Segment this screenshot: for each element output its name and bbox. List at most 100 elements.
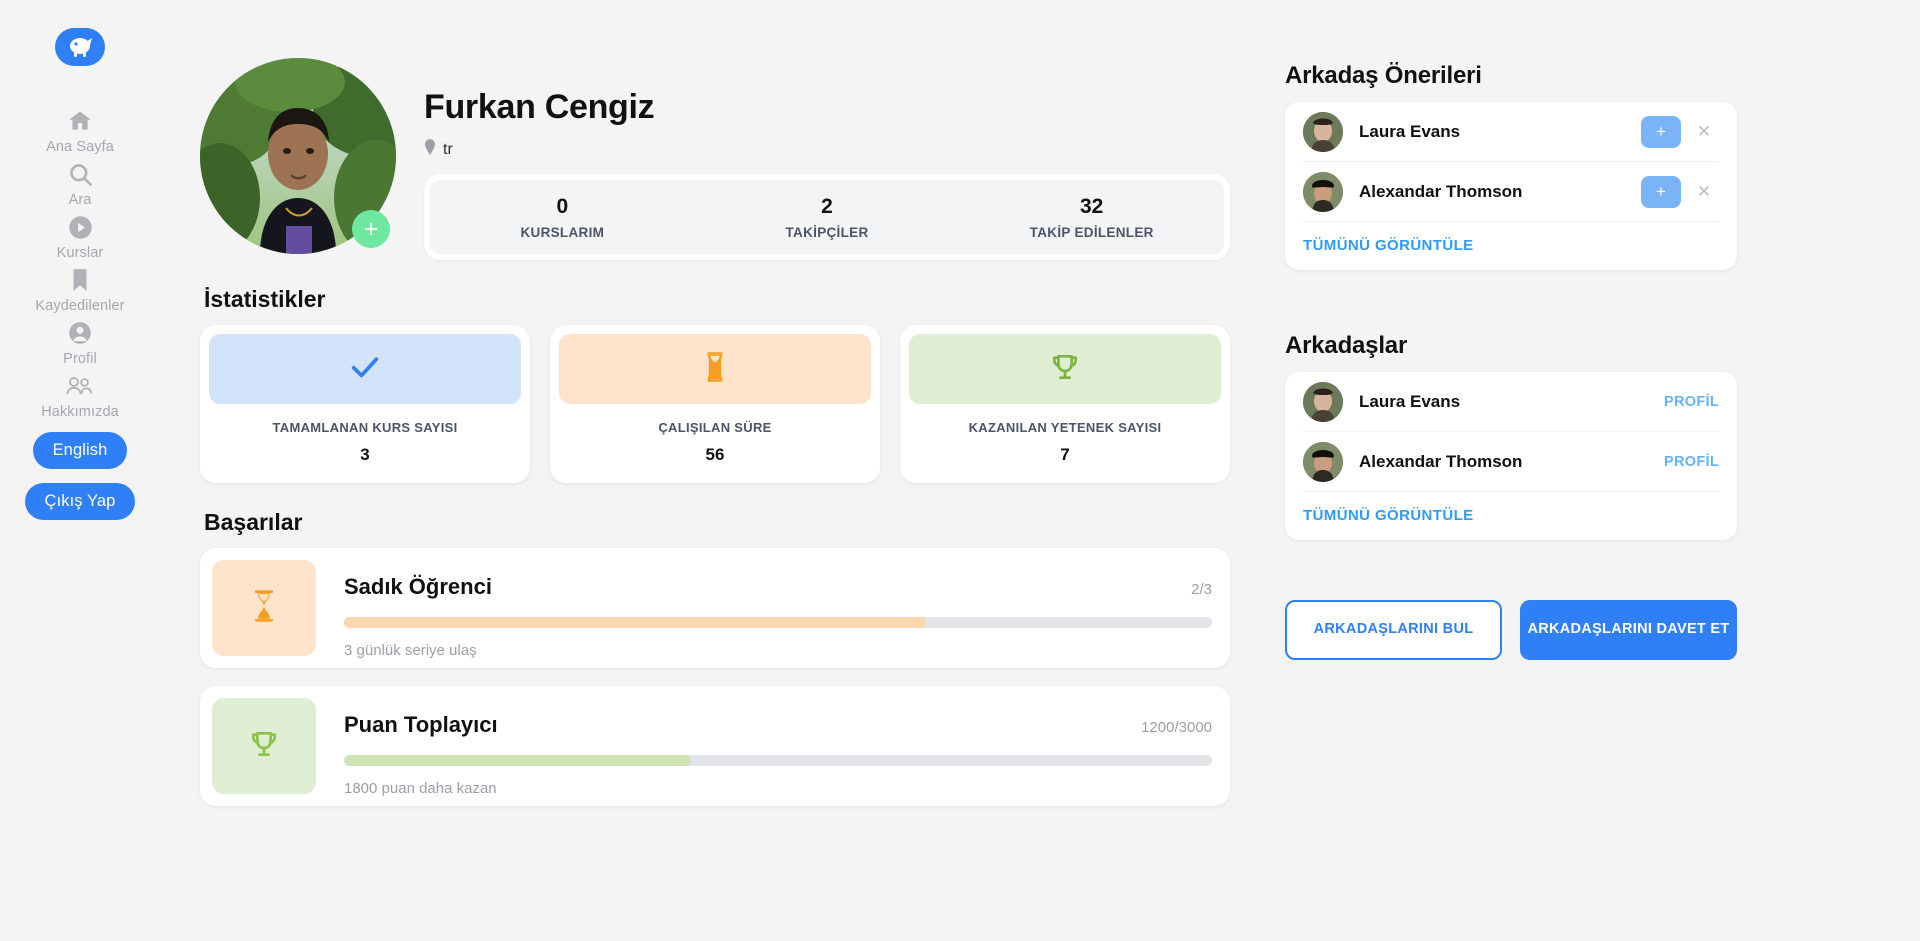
language-button[interactable]: English [32,432,128,469]
achievement-progress-count: 2/3 [1191,581,1212,598]
sidebar-item-label: Ana Sayfa [46,139,114,155]
people-icon [63,369,97,403]
right-sidebar: Arkadaş Önerileri Laura Evans + ✕ Alexan… [1285,0,1737,660]
main-content: + Furkan Cengiz tr 0 KURSLARIM 2 TAKİPÇİ… [200,0,1230,824]
stat-card-label: KAZANILAN YETENEK SAYISI [968,420,1162,435]
sidebar-item-label: Hakkımızda [41,404,119,420]
achievement-description: 1800 puan daha kazan [344,780,497,797]
avatar [1303,171,1343,212]
counter-takipciler[interactable]: 2 TAKİPÇİLER [695,195,960,240]
profile-counters: 0 KURSLARIM 2 TAKİPÇİLER 32 TAKİP EDİLEN… [424,174,1230,260]
counter-value: 2 [821,194,833,218]
home-icon [63,104,97,138]
sidebar-item-label: Ara [68,192,92,208]
achievement-card-puan-toplayici: Puan Toplayıcı 1200/3000 1800 puan daha … [200,686,1230,806]
stat-card-label: TAMAMLANAN KURS SAYISI [272,420,458,435]
close-icon: ✕ [1696,181,1712,201]
add-photo-button[interactable]: + [352,210,390,248]
stat-card-study-time: ÇALIŞILAN SÜRE 56 [550,325,880,483]
stat-card-label: ÇALIŞILAN SÜRE [658,420,772,435]
list-item-name: Alexandar Thomson [1359,451,1523,471]
counter-kurslarim: 0 KURSLARIM [430,195,695,240]
location-pin-icon [424,139,436,160]
sidebar: Ana Sayfa Ara Kurslar Kaydedilenler Prof… [0,0,160,941]
statistics-cards: TAMAMLANAN KURS SAYISI 3 ÇALIŞILAN SÜRE [200,325,1230,483]
avatar [1303,381,1343,422]
counter-label: KURSLARIM [520,224,605,240]
stat-card-icon-area [209,334,521,404]
dismiss-suggestion-button[interactable]: ✕ [1689,117,1719,147]
stat-card-value: 7 [1060,445,1070,464]
check-icon [348,350,382,389]
sidebar-item-hakkimizda[interactable]: Hakkımızda [0,369,160,420]
app-logo-icon[interactable] [55,28,105,66]
friends-panel: Laura Evans PROFİL Alexandar Thomson PRO… [1285,372,1737,540]
achievement-icon-area [212,698,316,794]
person-icon [63,316,97,350]
sidebar-item-label: Kurslar [56,245,104,261]
list-item: Laura Evans PROFİL [1303,372,1719,432]
suggestions-heading: Arkadaş Önerileri [1285,62,1482,89]
achievement-progress-fill [344,617,926,628]
sidebar-item-ara[interactable]: Ara [0,157,160,208]
add-friend-button[interactable]: + [1641,115,1681,148]
view-profile-link[interactable]: PROFİL [1664,394,1719,410]
achievement-card-sadik-ogrenci: Sadık Öğrenci 2/3 3 günlük seriye ulaş [200,548,1230,668]
counter-value: 0 [556,194,569,218]
find-friends-button[interactable]: ARKADAŞLARINI BUL [1285,600,1502,660]
achievement-progress-count: 1200/3000 [1141,719,1212,736]
trophy-icon [1049,351,1081,388]
play-circle-icon [63,210,97,244]
statistics-heading: İstatistikler [204,286,326,312]
sidebar-item-profil[interactable]: Profil [0,316,160,367]
sidebar-item-label: Kaydedilenler [35,298,125,314]
stat-card-icon-area [909,334,1221,404]
plus-icon: + [1656,182,1666,201]
sidebar-item-label: Profil [63,351,97,367]
friend-actions: ARKADAŞLARINI BUL ARKADAŞLARINI DAVET ET [1285,600,1737,660]
list-item-name: Laura Evans [1359,391,1461,411]
stat-card-icon-area [559,334,871,404]
achievement-title: Sadık Öğrenci [344,574,492,599]
list-item: Alexandar Thomson PROFİL [1303,432,1719,492]
close-icon: ✕ [1696,121,1712,141]
achievement-icon-area [212,560,316,656]
bookmark-icon [63,263,97,297]
sidebar-item-kaydedilenler[interactable]: Kaydedilenler [0,263,160,314]
sidebar-item-ana-sayfa[interactable]: Ana Sayfa [0,104,160,155]
suggestions-view-all-link[interactable]: TÜMÜNÜ GÖRÜNTÜLE [1303,222,1719,270]
user-location-label: tr [443,140,453,158]
stat-card-value: 56 [705,445,725,464]
counter-label: TAKİPÇİLER [785,224,869,240]
invite-friends-button[interactable]: ARKADAŞLARINI DAVET ET [1520,600,1737,660]
friends-view-all-link[interactable]: TÜMÜNÜ GÖRÜNTÜLE [1303,492,1719,540]
user-location: tr [424,139,1230,160]
friend-suggestions-panel: Laura Evans + ✕ Alexandar Thomson + ✕ TÜ… [1285,102,1737,270]
counter-takip-edilenler[interactable]: 32 TAKİP EDİLENLER [959,195,1224,240]
plus-icon: + [1656,122,1666,141]
stat-card-value: 3 [360,445,370,464]
page-title: Furkan Cengiz [424,88,655,126]
list-item: Alexandar Thomson + ✕ [1303,162,1719,222]
sidebar-item-kurslar[interactable]: Kurslar [0,210,160,261]
stat-card-skills-earned: KAZANILAN YETENEK SAYISI 7 [900,325,1230,483]
achievement-progress-fill [344,755,692,766]
achievement-description: 3 günlük seriye ulaş [344,642,477,659]
hourglass-icon [251,589,277,628]
avatar [1303,111,1343,152]
add-friend-button[interactable]: + [1641,175,1681,208]
logout-button[interactable]: Çıkış Yap [24,483,136,520]
plus-icon: + [363,214,379,243]
view-profile-link[interactable]: PROFİL [1664,454,1719,470]
hourglass-icon [702,351,728,388]
achievement-title: Puan Toplayıcı [344,712,498,737]
dismiss-suggestion-button[interactable]: ✕ [1689,177,1719,207]
counter-label: TAKİP EDİLENLER [1029,224,1154,240]
avatar: + [200,58,396,254]
stat-card-completed-courses: TAMAMLANAN KURS SAYISI 3 [200,325,530,483]
achievements-heading: Başarılar [204,509,303,535]
trophy-icon [248,727,280,766]
profile-page: Ana Sayfa Ara Kurslar Kaydedilenler Prof… [0,0,1920,941]
achievement-progress-bar [344,755,1212,766]
list-item: Laura Evans + ✕ [1303,102,1719,162]
